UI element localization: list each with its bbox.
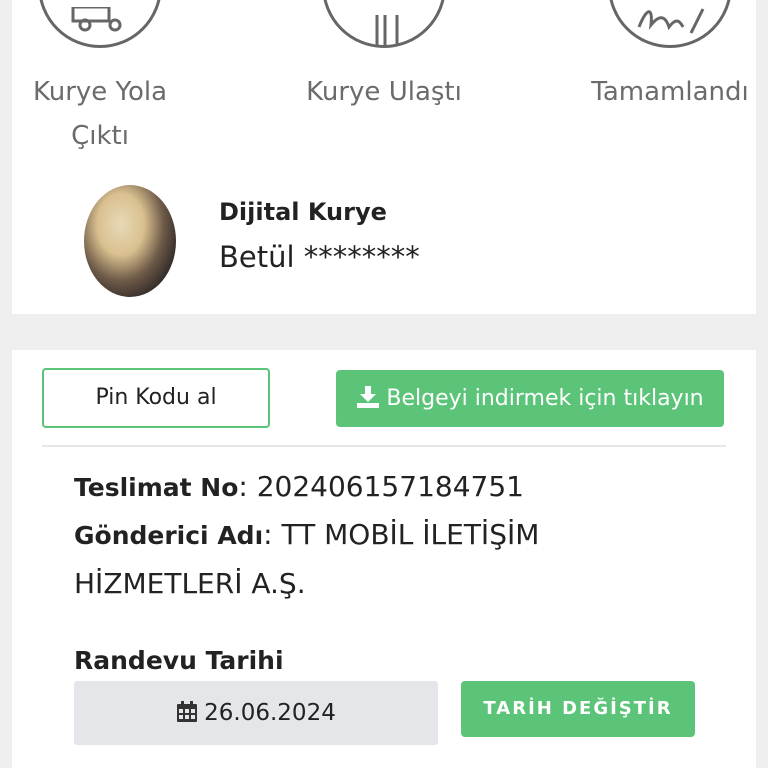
download-document-button[interactable]: Belgeyi indirmek için tıklayın xyxy=(336,370,724,427)
appointment-date: 26.06.2024 xyxy=(204,700,336,726)
step-label: Tamamlandı xyxy=(591,77,749,107)
courier-name: Betül ******** xyxy=(219,240,420,274)
step-circle xyxy=(608,0,732,48)
tracking-value: 202406157184751 xyxy=(256,470,524,503)
appointment-date-field[interactable]: 26.06.2024 xyxy=(74,681,438,745)
appointment-label: Randevu Tarihi xyxy=(74,646,284,675)
divider xyxy=(42,445,726,447)
courier-title: Dijital Kurye xyxy=(219,198,387,226)
get-pin-button[interactable]: Pin Kodu al xyxy=(42,368,270,428)
sender-row: Gönderici Adı: TT MOBİL İLETİŞİM xyxy=(74,518,540,551)
step-courier-departed: Kurye Yola Çıktı xyxy=(0,0,200,160)
step-label: Kurye Ulaştı xyxy=(306,77,462,107)
signature-icon xyxy=(637,8,705,34)
sender-value-line2: HİZMETLERİ A.Ş. xyxy=(74,567,306,600)
delivery-card: Pin Kodu al Belgeyi indirmek için tıklay… xyxy=(12,350,756,768)
download-icon xyxy=(357,386,380,408)
calendar-icon xyxy=(177,701,198,722)
step-completed: Tamamlandı xyxy=(570,0,768,120)
sender-label: Gönderici Adı xyxy=(74,521,264,550)
step-courier-arrived: Kurye Ulaştı xyxy=(284,0,484,120)
status-card: Kurye Yola Çıktı Kurye Ulaştı Tamamlandı… xyxy=(12,0,756,314)
download-label: Belgeyi indirmek için tıklayın xyxy=(386,386,704,411)
change-date-button[interactable]: TARİH DEĞİŞTİR xyxy=(461,681,695,737)
tracking-number-row: Teslimat No: 202406157184751 xyxy=(74,470,524,503)
step-circle xyxy=(322,0,446,48)
cutlery-icon xyxy=(375,15,399,45)
sender-value-line1: TT MOBİL İLETİŞİM xyxy=(281,518,540,551)
tracking-label: Teslimat No xyxy=(74,473,239,502)
truck-icon xyxy=(71,7,122,32)
step-label: Kurye Yola Çıktı xyxy=(32,77,168,151)
courier-avatar xyxy=(84,185,176,297)
step-circle xyxy=(38,0,162,48)
